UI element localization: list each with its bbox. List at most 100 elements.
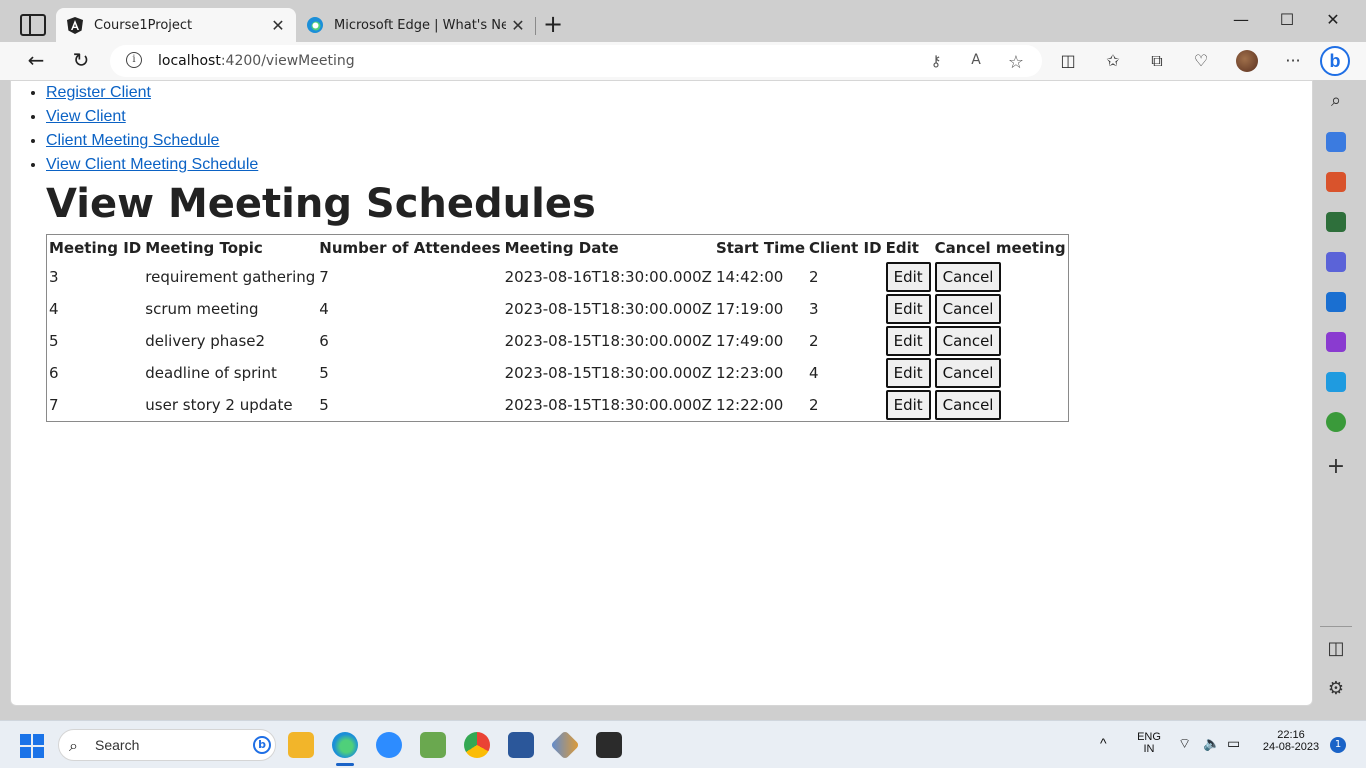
git-app-icon[interactable] [550, 730, 580, 760]
chrome-icon[interactable] [464, 732, 490, 758]
collections-icon[interactable]: ⧉ [1146, 51, 1168, 71]
designer-icon[interactable] [1326, 332, 1346, 352]
cell-attendees: 6 [319, 332, 329, 350]
add-icon[interactable]: + [1324, 454, 1348, 479]
cell-attendees: 5 [319, 396, 329, 414]
table-header-row: Meeting ID Meeting Topic Number of Atten… [47, 235, 1068, 261]
settings-gear-icon[interactable]: ⚙ [1324, 678, 1348, 699]
wifi-icon[interactable]: ⌔ [1178, 735, 1191, 753]
cell-meeting-date: 2023-08-15T18:30:00.000Z [504, 364, 712, 382]
battery-icon[interactable]: ▭ [1227, 735, 1240, 752]
notification-badge[interactable]: 1 [1330, 737, 1346, 753]
clock[interactable]: 22:16 24-08-2023 [1256, 729, 1326, 753]
cancel-button[interactable]: Cancel [934, 294, 1002, 324]
language-indicator[interactable]: ENG IN [1134, 731, 1164, 755]
read-aloud-icon[interactable]: A [966, 52, 986, 70]
tab-bar: Course1Project ✕ Microsoft Edge | What's… [0, 0, 1366, 42]
tree-icon[interactable] [1326, 412, 1346, 432]
edit-button[interactable]: Edit [885, 294, 931, 324]
header-cancel-meeting: Cancel meeting [934, 239, 1066, 257]
page-title: View Meeting Schedules [46, 181, 596, 227]
cell-start-time: 12:23:00 [715, 364, 784, 382]
favorite-star-icon[interactable]: ☆ [1006, 52, 1026, 73]
cell-meeting-date: 2023-08-15T18:30:00.000Z [504, 300, 712, 318]
key-icon[interactable]: ⚷ [926, 52, 946, 70]
close-window-icon[interactable]: ✕ [1310, 10, 1356, 36]
cell-meeting-topic: deadline of sprint [145, 364, 277, 382]
edge-icon [306, 16, 324, 34]
windows-start-icon[interactable] [20, 734, 44, 758]
client-meeting-schedule-link[interactable]: Client Meeting Schedule [46, 132, 219, 149]
new-tab-icon[interactable]: + [540, 12, 566, 38]
send-icon[interactable] [1326, 372, 1346, 392]
edge-taskbar-icon[interactable] [332, 732, 358, 758]
tools-icon[interactable] [1326, 172, 1346, 192]
cell-meeting-id: 4 [49, 300, 59, 318]
search-icon[interactable]: ⌕ [1324, 90, 1348, 111]
zoom-icon[interactable] [376, 732, 402, 758]
maximize-icon[interactable]: ☐ [1264, 10, 1310, 36]
microsoft-365-icon[interactable] [1326, 252, 1346, 272]
cancel-button[interactable]: Cancel [934, 358, 1002, 388]
refresh-icon[interactable]: ↻ [67, 48, 95, 74]
view-client-meeting-schedule-link[interactable]: View Client Meeting Schedule [46, 156, 258, 173]
edit-button[interactable]: Edit [885, 358, 931, 388]
cancel-button[interactable]: Cancel [934, 262, 1002, 292]
cell-meeting-date: 2023-08-15T18:30:00.000Z [504, 396, 712, 414]
list-item: Client Meeting Schedule [46, 129, 258, 153]
close-tab-icon[interactable]: ✕ [506, 16, 530, 35]
cancel-button[interactable]: Cancel [934, 326, 1002, 356]
cell-attendees: 4 [319, 300, 329, 318]
list-item: View Client [46, 105, 258, 129]
sidebar-panel-icon[interactable]: ◫ [1324, 638, 1348, 659]
shopping-tag-icon[interactable] [1326, 132, 1346, 152]
spreadsheet-app-icon[interactable] [420, 732, 446, 758]
table-row: 7 user story 2 update 5 2023-08-15T18:30… [47, 389, 1068, 421]
back-icon[interactable]: ← [22, 48, 50, 74]
cell-client-id: 2 [809, 396, 819, 414]
table-row: 6 deadline of sprint 5 2023-08-15T18:30:… [47, 357, 1068, 389]
outlook-icon[interactable] [1326, 292, 1346, 312]
cell-meeting-id: 3 [49, 268, 59, 286]
more-options-icon[interactable]: ··· [1282, 51, 1304, 71]
cell-client-id: 2 [809, 332, 819, 350]
taskbar-search-input[interactable]: ⌕ Search b [58, 729, 276, 761]
header-client-id: Client ID [809, 239, 882, 257]
terminal-icon[interactable] [596, 732, 622, 758]
volume-icon[interactable]: 🔈 [1203, 735, 1220, 752]
show-hidden-icons[interactable]: ^ [1100, 735, 1107, 751]
cell-cancel: Cancel [933, 293, 1068, 325]
view-client-link[interactable]: View Client [46, 108, 126, 125]
header-edit: Edit [885, 239, 919, 257]
edit-button[interactable]: Edit [885, 262, 931, 292]
cell-meeting-topic: scrum meeting [145, 300, 259, 318]
tab-separator [535, 17, 536, 35]
performance-icon[interactable]: ♡ [1190, 51, 1212, 71]
file-explorer-icon[interactable] [288, 732, 314, 758]
word-icon[interactable] [508, 732, 534, 758]
games-icon[interactable] [1326, 212, 1346, 232]
minimize-icon[interactable]: — [1218, 10, 1264, 36]
windows-taskbar: ⌕ Search b ^ ENG IN ⌔ 🔈 ▭ 22:16 24-08-2023… [0, 720, 1366, 768]
cell-cancel: Cancel [933, 357, 1068, 389]
bing-chat-icon[interactable]: b [1320, 46, 1350, 76]
tab-actions-icon[interactable] [20, 14, 46, 36]
close-tab-icon[interactable]: ✕ [266, 16, 290, 35]
cancel-button[interactable]: Cancel [934, 390, 1002, 420]
edit-button[interactable]: Edit [885, 390, 931, 420]
url-text: localhost:4200/viewMeeting [158, 53, 355, 69]
info-icon[interactable]: i [126, 52, 142, 68]
edit-button[interactable]: Edit [885, 326, 931, 356]
cell-client-id: 2 [809, 268, 819, 286]
page-viewport: Register Client View Client Client Meeti… [10, 80, 1313, 706]
tab-edge-whats-new[interactable]: Microsoft Edge | What's New ✕ [296, 8, 536, 42]
favorites-icon[interactable]: ✩ [1102, 51, 1124, 71]
profile-avatar[interactable] [1236, 50, 1258, 72]
split-screen-icon[interactable]: ◫ [1057, 51, 1079, 71]
register-client-link[interactable]: Register Client [46, 84, 151, 101]
address-bar[interactable]: i localhost:4200/viewMeeting ⚷ A ☆ [110, 45, 1042, 77]
header-meeting-id: Meeting ID [49, 239, 142, 257]
cell-meeting-topic: requirement gathering [145, 268, 316, 286]
tab-course1project[interactable]: Course1Project ✕ [56, 8, 296, 42]
cell-edit: Edit [884, 325, 933, 357]
